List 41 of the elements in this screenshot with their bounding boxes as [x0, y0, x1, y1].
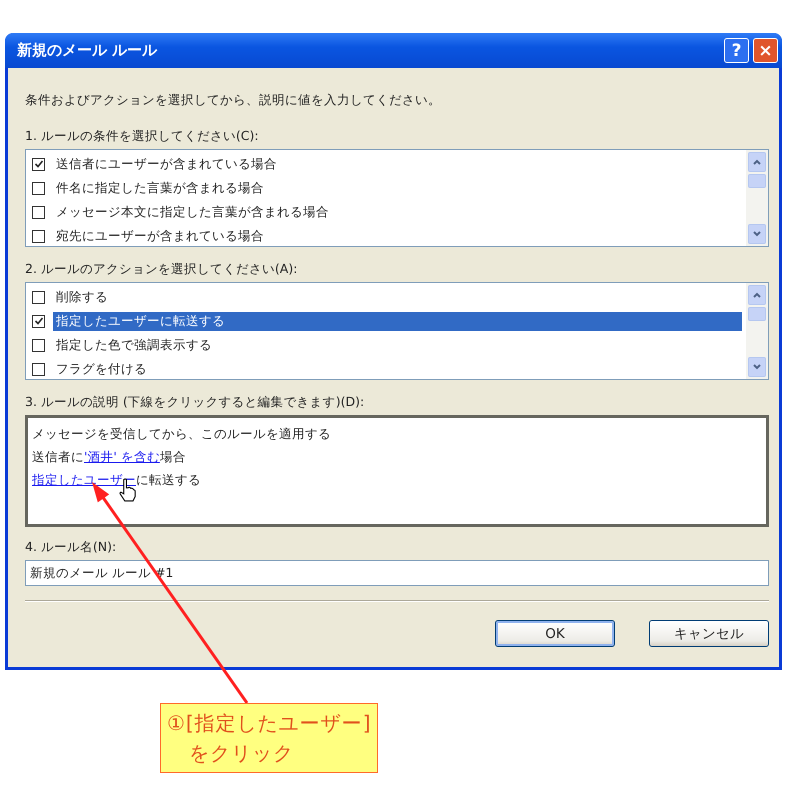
list-item[interactable]: メッセージ本文に指定した言葉が含まれる場合 — [53, 202, 332, 222]
dialog-button[interactable]: キャンセル — [649, 620, 769, 647]
section-label: 2. ルールのアクションを選択してください(A): — [25, 260, 298, 278]
checkbox[interactable] — [32, 290, 45, 304]
callout-text: をクリック — [188, 740, 295, 767]
checkbox[interactable] — [32, 230, 45, 242]
list-item[interactable]: 件名に指定した言葉が含まれる場合 — [53, 178, 267, 198]
section-label: 4. ルール名(N): — [25, 538, 118, 556]
checkbox[interactable] — [32, 338, 45, 352]
scrollbar-thumb[interactable] — [748, 307, 766, 321]
section-label: 1. ルールの条件を選択してください(C): — [25, 127, 260, 145]
scrollbar-thumb[interactable] — [748, 174, 766, 188]
link[interactable]: '酒井' を含む — [84, 449, 160, 464]
callout-text: ①[指定したユーザー] — [167, 710, 371, 737]
checkbox[interactable] — [32, 362, 45, 376]
help-button[interactable]: ? — [724, 38, 749, 63]
close-button[interactable]: × — [753, 38, 778, 63]
list-item[interactable]: 指定したユーザーに転送する — [53, 312, 742, 330]
window-title: 新規のメール ルール — [17, 41, 158, 60]
scroll-up-icon[interactable] — [752, 157, 762, 167]
scroll-down-icon[interactable] — [752, 229, 762, 239]
description-text: に転送する — [136, 472, 201, 487]
description-text: メッセージを受信してから、このルールを適用する — [32, 426, 331, 441]
list-item[interactable]: 宛先にユーザーが含まれている場合 — [53, 226, 267, 246]
scroll-up-icon[interactable] — [752, 290, 762, 300]
checkbox[interactable] — [32, 314, 45, 328]
description-text: 場合 — [160, 449, 186, 464]
dialog-button[interactable]: OK — [495, 620, 615, 647]
checkbox[interactable] — [32, 182, 45, 194]
list-item[interactable]: 削除する — [53, 288, 111, 306]
section-label: 3. ルールの説明 (下線をクリックすると編集できます)(D): — [25, 393, 366, 411]
scroll-down-icon[interactable] — [752, 362, 762, 372]
list-item[interactable]: フラグを付ける — [53, 360, 150, 378]
list-item[interactable]: 指定した色で強調表示する — [53, 336, 215, 354]
checkbox[interactable] — [32, 158, 45, 170]
instruction-text: 条件およびアクションを選択してから、説明に値を入力してください。 — [25, 91, 442, 109]
list-item[interactable]: 送信者にユーザーが含まれている場合 — [53, 154, 280, 174]
description-text: 送信者に — [32, 449, 84, 464]
scrollbar[interactable] — [746, 283, 768, 379]
scrollbar[interactable] — [746, 150, 768, 246]
checkbox[interactable] — [32, 206, 45, 218]
